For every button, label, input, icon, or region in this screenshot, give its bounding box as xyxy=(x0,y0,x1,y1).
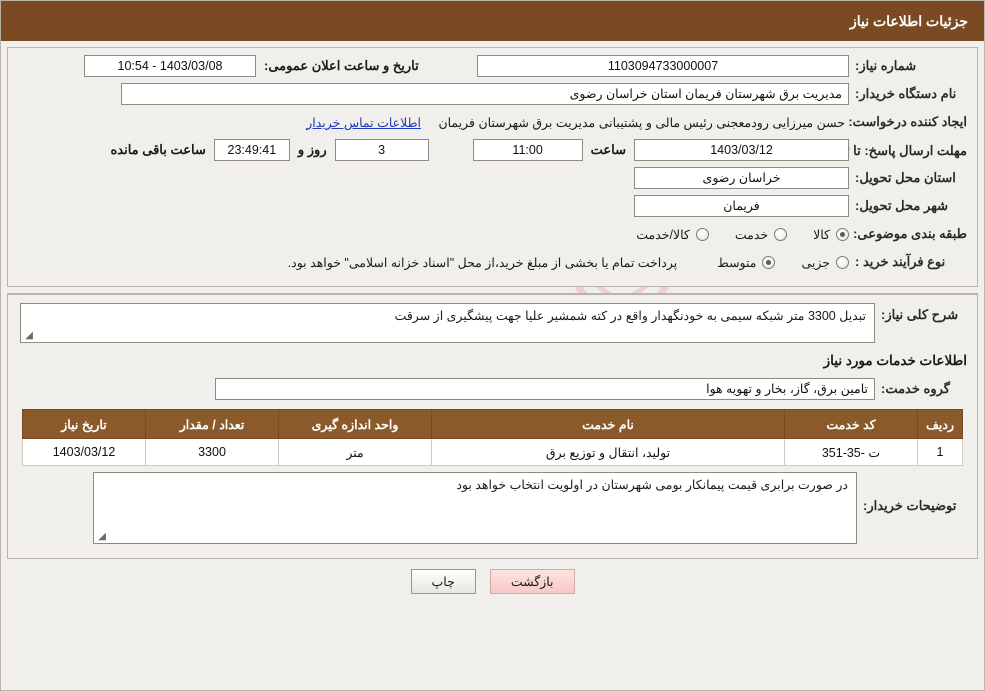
print-button[interactable]: چاپ xyxy=(410,569,476,594)
buyer-org-value: مدیریت برق شهرستان فریمان استان خراسان ر… xyxy=(121,83,849,105)
resize-handle-icon[interactable]: ◢ xyxy=(96,532,106,542)
category-option-label: کالا xyxy=(813,227,830,242)
province-value: خراسان رضوی xyxy=(634,167,849,189)
province-label: استان محل تحویل: xyxy=(855,170,956,185)
row-buyer-notes: توضیحات خریدار: در صورت برابری قیمت پیما… xyxy=(18,472,967,544)
service-group-value: تامین برق، گاز، بخار و تهویه هوا xyxy=(215,378,875,400)
row-province: استان محل تحویل: خراسان رضوی xyxy=(18,166,967,190)
resize-handle-icon[interactable]: ◢ xyxy=(23,331,33,341)
row-buyer-org: نام دستگاه خریدار: مدیریت برق شهرستان فر… xyxy=(18,82,967,106)
purchase-type-radio-group: جزیی متوسط xyxy=(691,255,849,270)
cell-unit: متر xyxy=(278,438,432,466)
need-info-panel: شماره نیاز: 1103094733000007 تاریخ و ساع… xyxy=(7,47,978,287)
buyer-org-label: نام دستگاه خریدار: xyxy=(855,86,957,101)
col-unit: واحد اندازه گیری xyxy=(278,409,432,439)
city-label: شهر محل تحویل: xyxy=(855,198,948,213)
services-table: ردیف کد خدمت نام خدمت واحد اندازه گیری ت… xyxy=(22,409,963,466)
cell-service-code: ت -35-351 xyxy=(784,438,918,466)
radio-icon[interactable] xyxy=(836,255,849,269)
row-deadline: مهلت ارسال پاسخ: تا تاریخ: 1403/03/12 سا… xyxy=(18,138,967,162)
radio-icon[interactable] xyxy=(695,227,709,241)
col-quantity: تعداد / مقدار xyxy=(145,409,279,439)
services-table-wrap: ردیف کد خدمت نام خدمت واحد اندازه گیری ت… xyxy=(18,409,967,466)
col-service-code: کد خدمت xyxy=(784,409,918,439)
purchase-option-motevaset[interactable]: متوسط xyxy=(717,255,776,270)
need-details-panel: شرح کلی نیاز: تبدیل 3300 متر شبکه سیمی ب… xyxy=(7,293,978,559)
general-desc-value-box: تبدیل 3300 متر شبکه سیمی به خودنگهدار وا… xyxy=(20,303,875,343)
buyer-notes-value: در صورت برابری قیمت پیمانکار بومی شهرستا… xyxy=(456,478,848,492)
deadline-date-value: 1403/03/12 xyxy=(634,139,849,161)
category-option-kala-khedmat[interactable]: کالا/خدمت xyxy=(636,227,709,242)
cell-radif: 1 xyxy=(917,438,963,466)
announce-datetime-label: تاریخ و ساعت اعلان عمومی: xyxy=(264,58,419,73)
buyer-notes-label: توضیحات خریدار: xyxy=(863,498,957,513)
category-option-label: خدمت xyxy=(734,227,769,242)
service-group-label: گروه خدمت: xyxy=(881,381,950,396)
purchase-option-label: متوسط xyxy=(717,255,757,270)
time-label: ساعت xyxy=(590,142,626,157)
general-desc-label: شرح کلی نیاز: xyxy=(881,307,959,322)
creator-value: حسن میرزایی رودمعجنی رئیس مالی و پشتیبان… xyxy=(438,115,845,130)
row-service-group: گروه خدمت: تامین برق، گاز، بخار و تهویه … xyxy=(18,377,967,401)
remaining-days-value: 3 xyxy=(334,139,429,161)
category-option-kala[interactable]: کالا xyxy=(813,227,849,242)
col-need-date: تاریخ نیاز xyxy=(22,409,146,439)
category-option-khedmat[interactable]: خدمت xyxy=(734,227,788,242)
cell-quantity: 3300 xyxy=(145,438,279,466)
remaining-time-value: 23:49:41 xyxy=(213,139,290,161)
deadline-label: مهلت ارسال پاسخ: تا تاریخ: xyxy=(819,142,967,158)
row-general-desc: شرح کلی نیاز: تبدیل 3300 متر شبکه سیمی ب… xyxy=(18,303,967,343)
purchase-option-label: جزیی xyxy=(801,255,830,270)
purchase-option-jozei[interactable]: جزیی xyxy=(801,255,849,270)
announce-datetime-value: 1403/03/08 - 10:54 xyxy=(84,55,256,77)
page-title: جزئیات اطلاعات نیاز xyxy=(849,12,968,29)
row-purchase-type: نوع فرآیند خرید : جزیی متوسط پرداخت تمام… xyxy=(18,250,967,274)
city-value: فریمان xyxy=(634,195,849,217)
category-label: طبقه بندی موضوعی: xyxy=(853,226,967,241)
purchase-type-label: نوع فرآیند خرید : xyxy=(855,254,946,269)
category-radio-group: کالا خدمت کالا/خدمت xyxy=(610,227,849,242)
remaining-label: ساعت باقی مانده xyxy=(110,142,206,157)
cell-service-name: تولید، انتقال و توزیع برق xyxy=(431,438,785,466)
radio-icon[interactable] xyxy=(762,255,776,269)
category-option-label: کالا/خدمت xyxy=(636,227,690,242)
buyer-notes-value-box: در صورت برابری قیمت پیمانکار بومی شهرستا… xyxy=(93,472,857,544)
cell-need-date: 1403/03/12 xyxy=(22,438,146,466)
services-section-title: اطلاعات خدمات مورد نیاز xyxy=(823,353,967,368)
back-button[interactable]: بازگشت xyxy=(489,569,575,594)
deadline-time-value: 11:00 xyxy=(472,139,583,161)
buyer-contact-link[interactable]: اطلاعات تماس خریدار xyxy=(306,115,421,130)
page-root: جزئیات اطلاعات نیاز AriaTender.net شماره… xyxy=(0,0,985,691)
col-service-name: نام خدمت xyxy=(431,409,785,439)
page-header: جزئیات اطلاعات نیاز xyxy=(1,1,984,41)
radio-icon[interactable] xyxy=(836,227,849,241)
need-number-value: 1103094733000007 xyxy=(477,55,849,77)
need-number-label: شماره نیاز: xyxy=(855,58,917,73)
days-label: روز و xyxy=(297,142,327,157)
row-city: شهر محل تحویل: فریمان xyxy=(18,194,967,218)
row-category: طبقه بندی موضوعی: کالا خدمت کالا/خدمت xyxy=(18,222,967,246)
table-row: 1 ت -35-351 تولید، انتقال و توزیع برق مت… xyxy=(22,438,963,466)
general-desc-value: تبدیل 3300 متر شبکه سیمی به خودنگهدار وا… xyxy=(394,309,866,323)
radio-icon[interactable] xyxy=(774,227,788,241)
table-header-row: ردیف کد خدمت نام خدمت واحد اندازه گیری ت… xyxy=(22,409,963,439)
row-need-number: شماره نیاز: 1103094733000007 تاریخ و ساع… xyxy=(18,54,967,78)
purchase-note: پرداخت تمام یا بخشی از مبلغ خرید،از محل … xyxy=(287,255,678,270)
creator-label: ایجاد کننده درخواست: xyxy=(848,114,967,129)
row-creator: ایجاد کننده درخواست: حسن میرزایی رودمعجن… xyxy=(18,110,967,134)
footer-buttons: بازگشت چاپ xyxy=(1,569,984,594)
col-radif: ردیف xyxy=(917,409,963,439)
